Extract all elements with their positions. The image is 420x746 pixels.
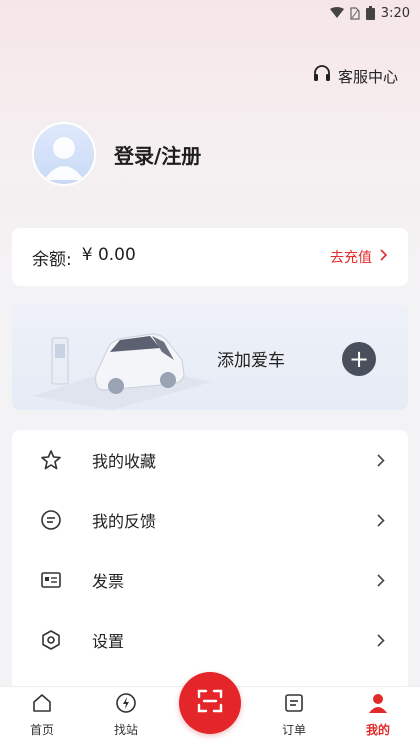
charging-icon (115, 692, 137, 717)
balance-card: 余额: ¥ 0.00 去充值 (12, 228, 408, 286)
tab-find-station[interactable]: 找站 (84, 687, 168, 746)
status-time: 3:20 (380, 5, 410, 21)
menu-item-invoice[interactable]: 发票 (12, 550, 408, 610)
headset-icon (312, 64, 332, 88)
menu-item-label: 我的收藏 (92, 452, 157, 471)
recharge-label: 去充值 (330, 250, 372, 266)
feedback-icon (38, 507, 64, 533)
wifi-icon (329, 7, 344, 19)
tab-orders[interactable]: 订单 (252, 687, 336, 746)
balance-label: 余额: (32, 249, 72, 270)
balance-value: ¥ 0.00 (81, 244, 136, 265)
add-car-card[interactable]: 添加爱车 + (12, 304, 408, 410)
menu-item-label: 我的反馈 (92, 512, 157, 531)
order-icon (283, 692, 305, 717)
car-illustration (32, 333, 212, 410)
scan-button[interactable] (179, 672, 241, 734)
home-icon (31, 692, 53, 717)
add-car-label: 添加爱车 (217, 351, 285, 371)
login-register-link[interactable]: 登录/注册 (114, 140, 201, 169)
profile-section[interactable]: 登录/注册 (32, 122, 201, 186)
menu-item-label: 设置 (92, 632, 125, 651)
chevron-right-icon (374, 633, 388, 647)
avatar[interactable] (32, 122, 96, 186)
chevron-right-icon (374, 513, 388, 527)
tab-label: 首页 (29, 723, 54, 737)
recharge-button[interactable]: 去充值 (330, 247, 388, 267)
chevron-right-icon (374, 573, 388, 587)
add-car-button[interactable]: + (342, 342, 376, 376)
chevron-right-icon (380, 249, 388, 265)
settings-icon (38, 627, 64, 653)
tab-home[interactable]: 首页 (0, 687, 84, 746)
user-icon (367, 692, 389, 717)
star-icon (38, 447, 64, 473)
sim-icon (350, 6, 360, 20)
tab-label: 我的 (365, 723, 390, 737)
status-bar: 3:20 (0, 0, 420, 26)
battery-icon (365, 6, 375, 20)
menu-item-label: 发票 (92, 572, 125, 591)
tab-label: 找站 (113, 723, 138, 737)
customer-service-label: 客服中心 (337, 67, 398, 86)
scan-icon (196, 687, 224, 719)
plus-icon: + (348, 345, 370, 373)
menu-item-feedback[interactable]: 我的反馈 (12, 490, 408, 550)
tab-label: 订单 (281, 723, 306, 737)
tab-mine[interactable]: 我的 (336, 687, 420, 746)
menu-list: 我的收藏 我的反馈 发票 设置 (12, 430, 408, 690)
invoice-icon (38, 567, 64, 593)
chevron-right-icon (374, 453, 388, 467)
menu-item-settings[interactable]: 设置 (12, 610, 408, 670)
menu-item-favorites[interactable]: 我的收藏 (12, 430, 408, 490)
customer-service-link[interactable]: 客服中心 (312, 64, 398, 88)
